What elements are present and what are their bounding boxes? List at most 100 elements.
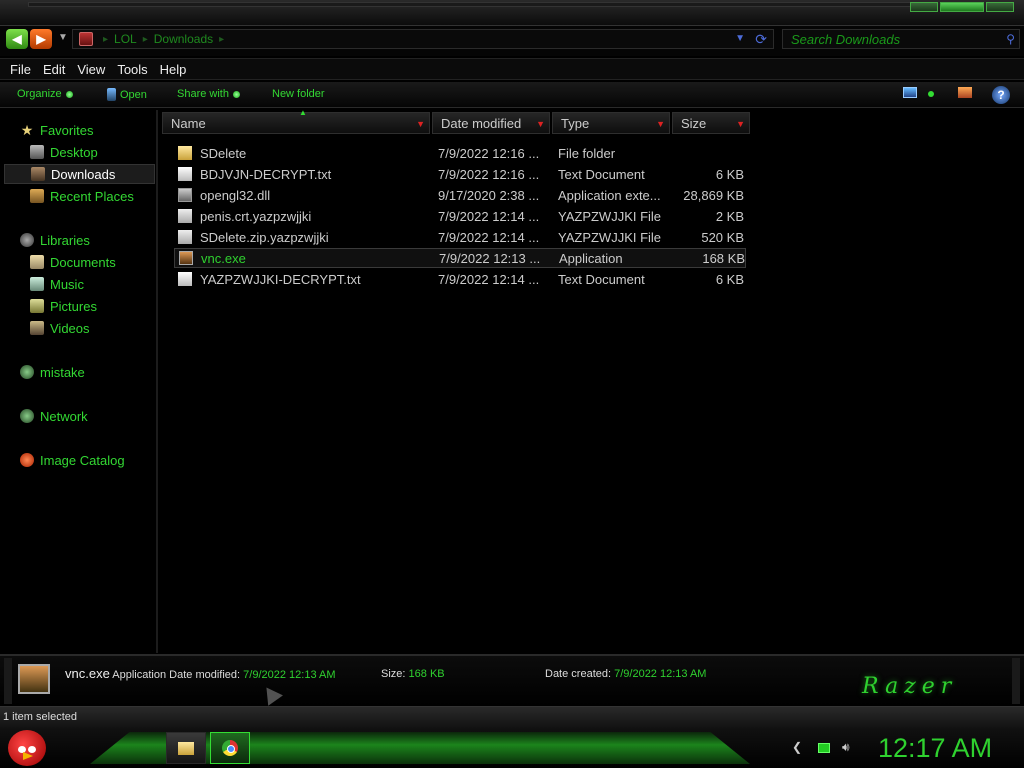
column-header-size[interactable]: Size ▼ <box>672 112 750 134</box>
show-hidden-icons-icon[interactable]: ❮ <box>792 740 802 754</box>
nav-network[interactable]: Network <box>20 406 88 426</box>
menu-view[interactable]: View <box>71 62 111 77</box>
nav-videos[interactable]: Videos <box>30 318 90 338</box>
maximize-button[interactable] <box>940 2 984 12</box>
taskbar-chrome[interactable] <box>210 732 250 764</box>
nav-recent-places[interactable]: Recent Places <box>30 186 134 206</box>
file-date: 7/9/2022 12:16 ... <box>438 145 540 161</box>
address-bar[interactable]: ▸ LOL ▸ Downloads ▸ ▼ ⟳ <box>72 29 774 49</box>
text-file-icon <box>178 272 192 286</box>
chrome-icon <box>222 740 238 756</box>
minimize-button[interactable] <box>910 2 939 12</box>
column-filter-icon[interactable]: ▼ <box>736 119 745 129</box>
file-name: opengl32.dll <box>200 187 271 203</box>
file-row[interactable]: SDelete 7/9/2022 12:16 ... File folder <box>174 143 746 163</box>
status-text: 1 item selected <box>3 711 77 723</box>
taskbar-explorer[interactable] <box>166 732 206 764</box>
videos-icon <box>30 321 44 335</box>
change-view-icon[interactable] <box>903 87 917 98</box>
details-date-created-value: 7/9/2022 12:13 AM <box>614 668 707 680</box>
column-filter-icon[interactable]: ▼ <box>416 119 425 129</box>
file-row[interactable]: YAZPZWJJKI-DECRYPT.txt 7/9/2022 12:14 ..… <box>174 269 746 289</box>
star-icon: ★ <box>20 122 34 138</box>
column-header-date[interactable]: Date modified ▼ <box>432 112 550 134</box>
recent-pages-dropdown[interactable]: ▼ <box>58 32 68 43</box>
documents-icon <box>30 255 44 269</box>
refresh-icon[interactable]: ⟳ <box>755 31 767 48</box>
text-file-icon <box>178 167 192 181</box>
taskbar: ❮ 🔊︎ 12:17 AM <box>0 728 1024 768</box>
nav-label: Videos <box>50 320 90 336</box>
file-date: 7/9/2022 12:16 ... <box>438 166 540 182</box>
preview-pane-icon[interactable] <box>958 87 972 98</box>
volume-icon[interactable]: 🔊︎ <box>842 740 850 755</box>
column-filter-icon[interactable]: ▼ <box>536 119 545 129</box>
nav-libraries[interactable]: Libraries <box>20 230 90 250</box>
file-row[interactable]: SDelete.zip.yazpzwjjki 7/9/2022 12:14 ..… <box>174 227 746 247</box>
nav-homegroup[interactable]: mistake <box>20 362 85 382</box>
new-folder-label: New folder <box>272 88 325 100</box>
search-icon[interactable]: ⚲ <box>1006 32 1015 46</box>
breadcrumb-separator-icon[interactable]: ▸ <box>219 34 224 45</box>
organize-button[interactable]: Organize <box>17 88 73 100</box>
view-options-icon[interactable] <box>928 91 934 97</box>
file-date: 7/9/2022 12:14 ... <box>438 271 540 287</box>
search-input[interactable] <box>791 31 991 47</box>
razer-logo: Razer <box>862 674 958 699</box>
nav-favorites[interactable]: ★ Favorites <box>20 120 94 140</box>
share-with-button[interactable]: Share with <box>177 88 240 100</box>
homegroup-icon <box>20 365 34 379</box>
menu-edit[interactable]: Edit <box>37 62 71 77</box>
nav-pictures[interactable]: Pictures <box>30 296 97 316</box>
file-size: 520 KB <box>701 229 744 245</box>
start-button[interactable] <box>8 730 46 766</box>
breadcrumb-downloads[interactable]: Downloads <box>154 32 213 46</box>
file-row-selected[interactable]: vnc.exe 7/9/2022 12:13 ... Application 1… <box>174 248 746 268</box>
desktop-icon <box>30 145 44 159</box>
music-icon <box>30 277 44 291</box>
menu-tools[interactable]: Tools <box>111 62 153 77</box>
nav-image-catalog[interactable]: Image Catalog <box>20 450 125 470</box>
menu-file[interactable]: File <box>4 62 37 77</box>
details-right-edge <box>1012 658 1020 704</box>
nav-desktop[interactable]: Desktop <box>30 142 98 162</box>
column-filter-icon[interactable]: ▼ <box>656 119 665 129</box>
nav-label: Recent Places <box>50 188 134 204</box>
column-header-type[interactable]: Type ▼ <box>552 112 670 134</box>
details-pane: vnc.exe Application Date modified: 7/9/2… <box>0 654 1024 706</box>
file-row[interactable]: opengl32.dll 9/17/2020 2:38 ... Applicat… <box>174 185 746 205</box>
file-name: SDelete <box>200 145 247 161</box>
menu-help[interactable]: Help <box>154 62 193 77</box>
close-button[interactable] <box>985 2 1014 12</box>
details-date-modified-value: 7/9/2022 12:13 AM <box>243 669 336 681</box>
nav-downloads[interactable]: Downloads <box>4 164 155 184</box>
column-label: Size <box>681 115 707 131</box>
address-dropdown-icon[interactable]: ▼ <box>735 33 745 44</box>
breadcrumb-lol[interactable]: LOL <box>114 32 137 46</box>
breadcrumb-separator-icon[interactable]: ▸ <box>103 34 108 45</box>
new-folder-button[interactable]: New folder <box>272 88 325 100</box>
open-button[interactable]: Open <box>107 88 147 101</box>
nav-label: Desktop <box>50 144 98 160</box>
nav-music[interactable]: Music <box>30 274 84 294</box>
status-bar: 1 item selected <box>0 706 1024 728</box>
dll-file-icon <box>178 188 192 202</box>
action-center-icon[interactable] <box>818 743 830 753</box>
details-size-value: 168 KB <box>408 668 445 680</box>
help-icon[interactable]: ? <box>992 86 1010 104</box>
application-icon <box>179 251 193 265</box>
back-button[interactable]: ◀ <box>6 29 28 49</box>
column-header-name[interactable]: ▲ Name ▼ <box>162 108 430 134</box>
column-label: Name <box>171 115 206 131</box>
forward-button[interactable]: ▶ <box>30 29 52 49</box>
search-box[interactable]: ⚲ <box>782 29 1020 49</box>
file-type: YAZPZWJJKI File <box>558 208 662 224</box>
file-row[interactable]: BDJVJN-DECRYPT.txt 7/9/2022 12:16 ... Te… <box>174 164 746 184</box>
taskbar-clock[interactable]: 12:17 AM <box>878 733 992 764</box>
file-row[interactable]: penis.crt.yazpzwjjki 7/9/2022 12:14 ... … <box>174 206 746 226</box>
column-label: Date modified <box>441 115 522 131</box>
nav-documents[interactable]: Documents <box>30 252 116 272</box>
network-icon <box>20 409 34 423</box>
generic-file-icon <box>178 209 192 223</box>
breadcrumb-separator-icon[interactable]: ▸ <box>143 34 148 45</box>
